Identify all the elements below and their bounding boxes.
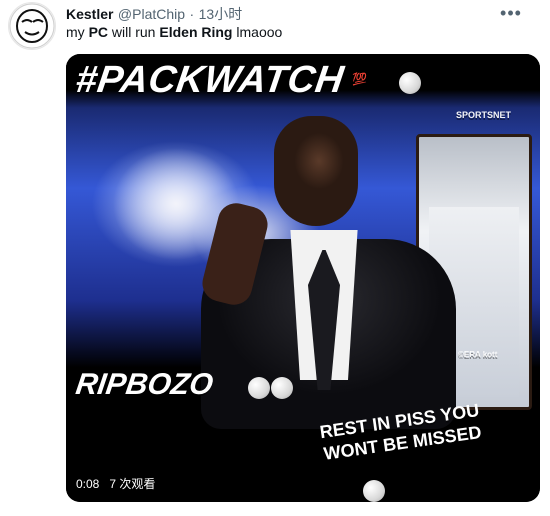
- avatar[interactable]: [8, 2, 56, 50]
- skull-emoji-4: [363, 480, 385, 502]
- author-handle[interactable]: @PlatChip: [118, 6, 185, 22]
- tweet-text: my PC will run Elden Ring lmaooo: [66, 24, 282, 40]
- video-stats: 0:08 7 次观看: [76, 475, 155, 492]
- tweet-text-game: Elden Ring: [159, 24, 233, 40]
- tweet-text-mid: will run: [108, 24, 160, 40]
- tweet-text-pc: PC: [88, 24, 109, 40]
- separator-dot: ·: [189, 6, 195, 22]
- skull-emoji: [399, 72, 421, 94]
- ripbozo-text: RIPBOZO: [73, 368, 216, 401]
- tweet-header: Kestler @PlatChip · 13小时 •••: [66, 3, 536, 24]
- video-duration: 0:08: [76, 476, 100, 491]
- skull-emoji-2: [248, 377, 270, 399]
- hundred-emoji: 💯: [352, 72, 367, 86]
- network-tag: SPORTSNET: [456, 110, 512, 120]
- video-views: 7 次观看: [109, 477, 156, 491]
- tweet-time[interactable]: 13小时: [199, 6, 243, 22]
- headline-packwatch: #PACKWATCH: [73, 59, 347, 101]
- tweet-text-pre: my: [66, 24, 89, 40]
- skull-emoji-3: [271, 377, 293, 399]
- more-dots: •••: [500, 2, 522, 23]
- person-head: [274, 116, 358, 226]
- tweet-text-post: lmaooo: [232, 24, 283, 40]
- author-name[interactable]: Kestler: [66, 6, 113, 22]
- video-player[interactable]: #PACKWATCH 💯 SPORTSNET ©ERA kott RIPBOZO…: [66, 54, 540, 502]
- more-icon[interactable]: •••: [498, 0, 524, 26]
- era-tag: ©ERA kott: [458, 350, 498, 359]
